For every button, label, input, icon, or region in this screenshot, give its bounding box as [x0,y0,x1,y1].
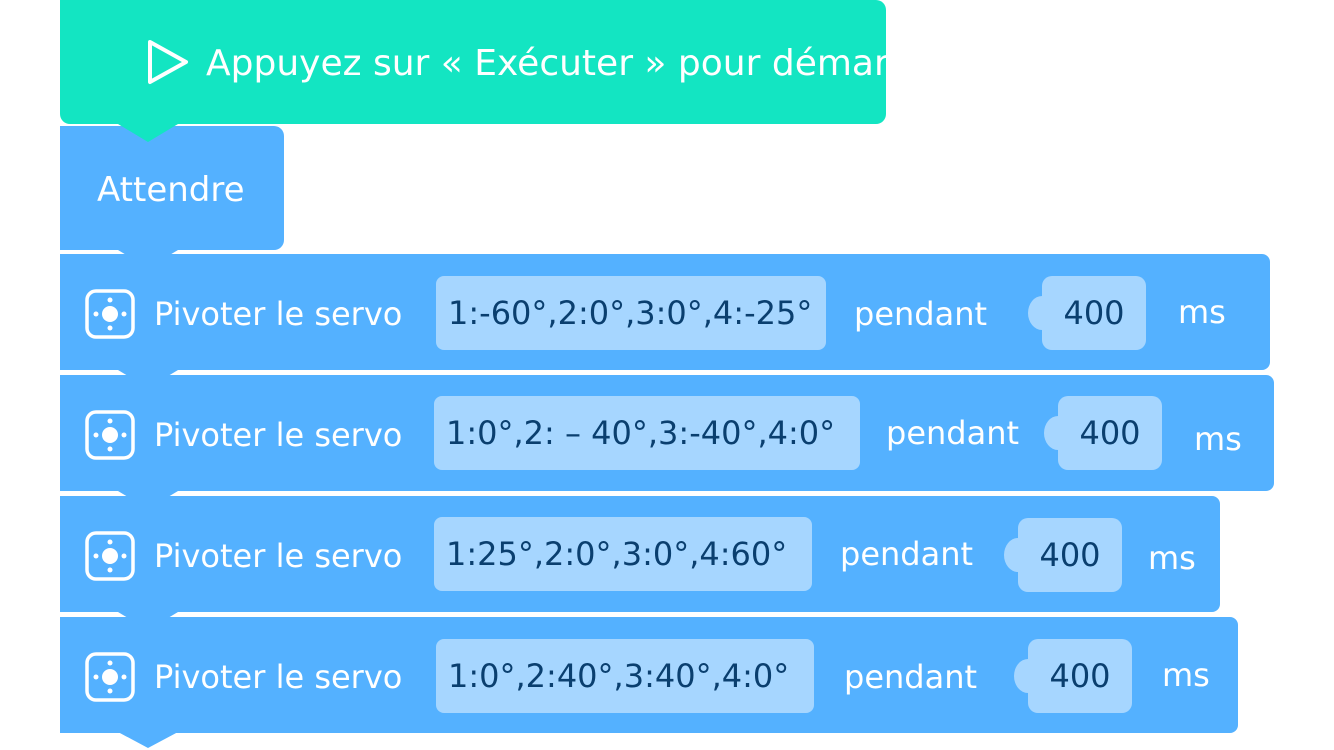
servo-icon [85,531,135,581]
servo-icon [85,289,135,339]
servo-label: Pivoter le servo [154,295,403,333]
pendant-label: pendant [886,414,1020,452]
duration-value: 400 [1079,414,1141,452]
servo-icon [85,652,135,702]
servo-block[interactable]: Pivoter le servo 1:-60°,2:0°,3:0°,4:-25°… [60,254,1270,370]
duration-value: 400 [1039,536,1101,574]
ms-label: ms [1194,420,1242,458]
pendant-label: pendant [840,535,974,573]
start-label: Appuyez sur « Exécuter » pour démarrer [206,43,940,84]
duration-value: 400 [1049,657,1111,695]
duration-field[interactable]: 400 [1028,276,1146,350]
connector-notch [118,370,178,388]
connector-notch [118,124,178,142]
start-block[interactable]: Appuyez sur « Exécuter » pour démarrer [60,0,939,124]
pendant-label: pendant [854,295,988,333]
servo-block[interactable]: Pivoter le servo 1:0°,2:40°,3:40°,4:0° p… [60,617,1238,733]
duration-field[interactable]: 400 [1014,639,1132,713]
connector-notch [118,612,178,630]
connector-notch [118,732,178,748]
angles-field[interactable]: 1:0°,2:40°,3:40°,4:0° [436,639,814,713]
servo-block[interactable]: Pivoter le servo 1:0°,2: – 40°,3:-40°,4:… [60,375,1274,491]
angles-field[interactable]: 1:25°,2:0°,3:0°,4:60° [434,517,812,591]
connector-notch [118,250,178,268]
angles-field[interactable]: 1:-60°,2:0°,3:0°,4:-25° [436,276,826,350]
servo-label: Pivoter le servo [154,658,403,696]
wait-block[interactable]: Attendre [60,126,284,250]
ms-label: ms [1178,293,1226,331]
servo-block[interactable]: Pivoter le servo 1:25°,2:0°,3:0°,4:60° p… [60,496,1220,612]
servo-label: Pivoter le servo [154,416,403,454]
duration-field[interactable]: 400 [1004,518,1122,592]
servo-icon [85,410,135,460]
ms-label: ms [1162,656,1210,694]
servo-label: Pivoter le servo [154,537,403,575]
pendant-label: pendant [844,658,978,696]
connector-notch [118,491,178,509]
angles-field[interactable]: 1:0°,2: – 40°,3:-40°,4:0° [434,396,860,470]
play-icon [148,40,188,84]
duration-field[interactable]: 400 [1044,396,1162,470]
duration-value: 400 [1063,294,1125,332]
ms-label: ms [1148,539,1196,577]
wait-label: Attendre [97,170,245,210]
